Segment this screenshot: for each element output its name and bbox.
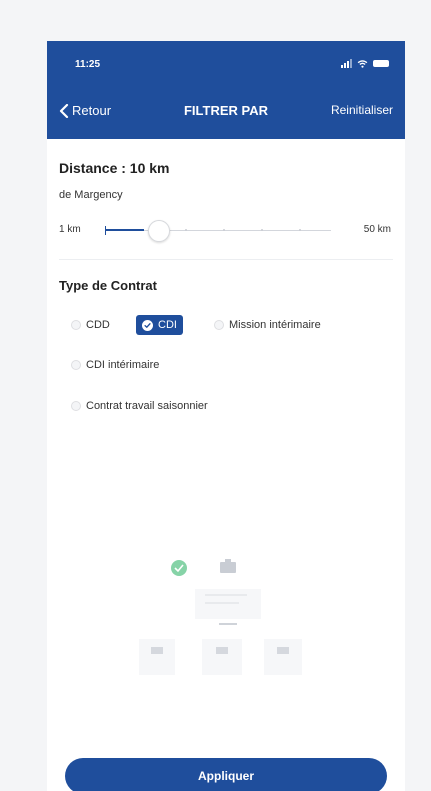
radio-icon — [71, 360, 81, 370]
slider-dot — [185, 229, 187, 231]
nav-bar: Retour FILTRER PAR Reinitialiser — [47, 95, 405, 125]
wifi-icon — [357, 59, 368, 68]
slider-dot — [299, 229, 301, 231]
app-header: 11:25 Retour FILTRER PAR Reinitialiser — [47, 41, 405, 139]
chip-cdi-interimaire[interactable]: CDI intérimaire — [65, 355, 165, 375]
status-time: 11:25 — [75, 59, 101, 70]
slider-fill — [105, 229, 145, 231]
chip-cdd[interactable]: CDD — [65, 315, 116, 335]
radio-icon — [71, 320, 81, 330]
card-shape — [264, 639, 302, 675]
distance-slider[interactable] — [105, 219, 331, 243]
radio-icon — [214, 320, 224, 330]
status-icons — [341, 59, 389, 68]
divider — [59, 259, 393, 260]
battery-icon — [373, 60, 389, 67]
chip-mission-interimaire[interactable]: Mission intérimaire — [208, 315, 327, 335]
contract-title: Type de Contrat — [59, 278, 157, 293]
card-shape — [202, 639, 242, 675]
card-shape — [139, 639, 175, 675]
range-max-label: 50 km — [363, 224, 391, 235]
radio-icon — [71, 401, 81, 411]
check-circle-icon — [142, 319, 153, 331]
chip-label: CDI intérimaire — [86, 359, 160, 371]
distance-origin: de Margency — [59, 189, 123, 201]
empty-state-illustration — [139, 559, 302, 675]
briefcase-icon — [220, 562, 236, 573]
slider-dot — [261, 229, 263, 231]
chip-cdi[interactable]: CDI — [136, 315, 183, 335]
slider-thumb[interactable] — [148, 220, 171, 242]
signal-icon — [341, 59, 352, 68]
chip-label: CDI — [158, 319, 177, 331]
slider-start-tick — [105, 226, 106, 235]
distance-title: Distance : 10 km — [59, 160, 170, 176]
chip-label: CDD — [86, 319, 110, 331]
check-circle-icon — [171, 560, 187, 576]
phone-screen: 11:25 Retour FILTRER PAR Reinitialiser D… — [47, 41, 405, 791]
chip-contrat-saisonnier[interactable]: Contrat travail saisonnier — [65, 396, 214, 416]
slider-dot — [223, 229, 225, 231]
range-min-label: 1 km — [59, 224, 81, 235]
chip-label: Contrat travail saisonnier — [86, 400, 208, 412]
apply-button[interactable]: Appliquer — [65, 758, 387, 791]
card-shape — [195, 589, 261, 619]
reset-button[interactable]: Reinitialiser — [331, 103, 393, 117]
chip-label: Mission intérimaire — [229, 319, 321, 331]
